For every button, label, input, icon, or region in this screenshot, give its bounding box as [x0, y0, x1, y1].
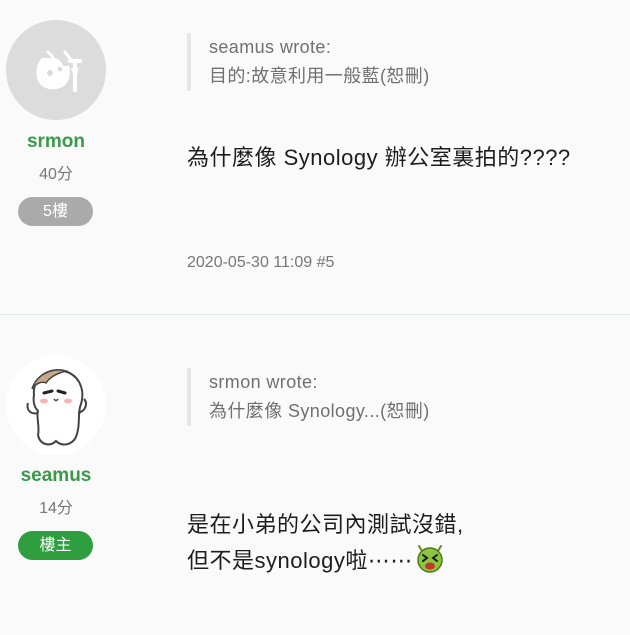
post-body-line: 是在小弟的公司內測試沒錯, — [187, 512, 464, 537]
avatar-silhouette-icon — [6, 20, 106, 120]
quote-text: 為什麼像 Synology...(恕刪) — [209, 401, 430, 421]
emoji-face-icon — [417, 545, 443, 573]
quote-block: srmon wrote: 為什麼像 Synology...(恕刪) — [187, 368, 609, 426]
post-body-line: 但不是synology啦⋯⋯ — [187, 543, 617, 585]
author-name[interactable]: srmon — [0, 131, 112, 153]
quote-text: 目的:故意利用一般藍(恕刪) — [209, 66, 430, 86]
floor-badge[interactable]: 5樓 — [18, 197, 93, 226]
post-floor-owner: seamus 14分 樓主 srmon wrote: 為什麼像 Synology… — [0, 314, 630, 635]
quote-header: seamus wrote: — [209, 37, 332, 57]
cartoon-character-avatar-icon[interactable] — [6, 355, 106, 455]
post-body: 是在小弟的公司內測試沒錯, 但不是synology啦⋯⋯ — [187, 507, 617, 585]
cartoon-ghost-icon — [6, 355, 106, 455]
author-points: 40分 — [39, 166, 73, 183]
default-avatar-icon[interactable] — [6, 20, 106, 120]
post-timestamp[interactable]: 2020-05-30 11:09 #5 — [187, 254, 334, 272]
quote-block: seamus wrote: 目的:故意利用一般藍(恕刪) — [187, 33, 609, 91]
post-body: 為什麼像 Synology 辦公室裏拍的???? — [187, 145, 571, 170]
post-body-text: 但不是synology啦⋯⋯ — [187, 548, 413, 573]
post-floor-5: srmon 40分 5樓 seamus wrote: 目的:故意利用一般藍(恕刪… — [0, 0, 630, 314]
author-name[interactable]: seamus — [0, 465, 112, 487]
author-points: 14分 — [39, 500, 73, 517]
thread-owner-badge[interactable]: 樓主 — [18, 531, 93, 560]
dizzy-green-face-emoji-icon — [415, 544, 445, 585]
quote-header: srmon wrote: — [209, 372, 318, 392]
